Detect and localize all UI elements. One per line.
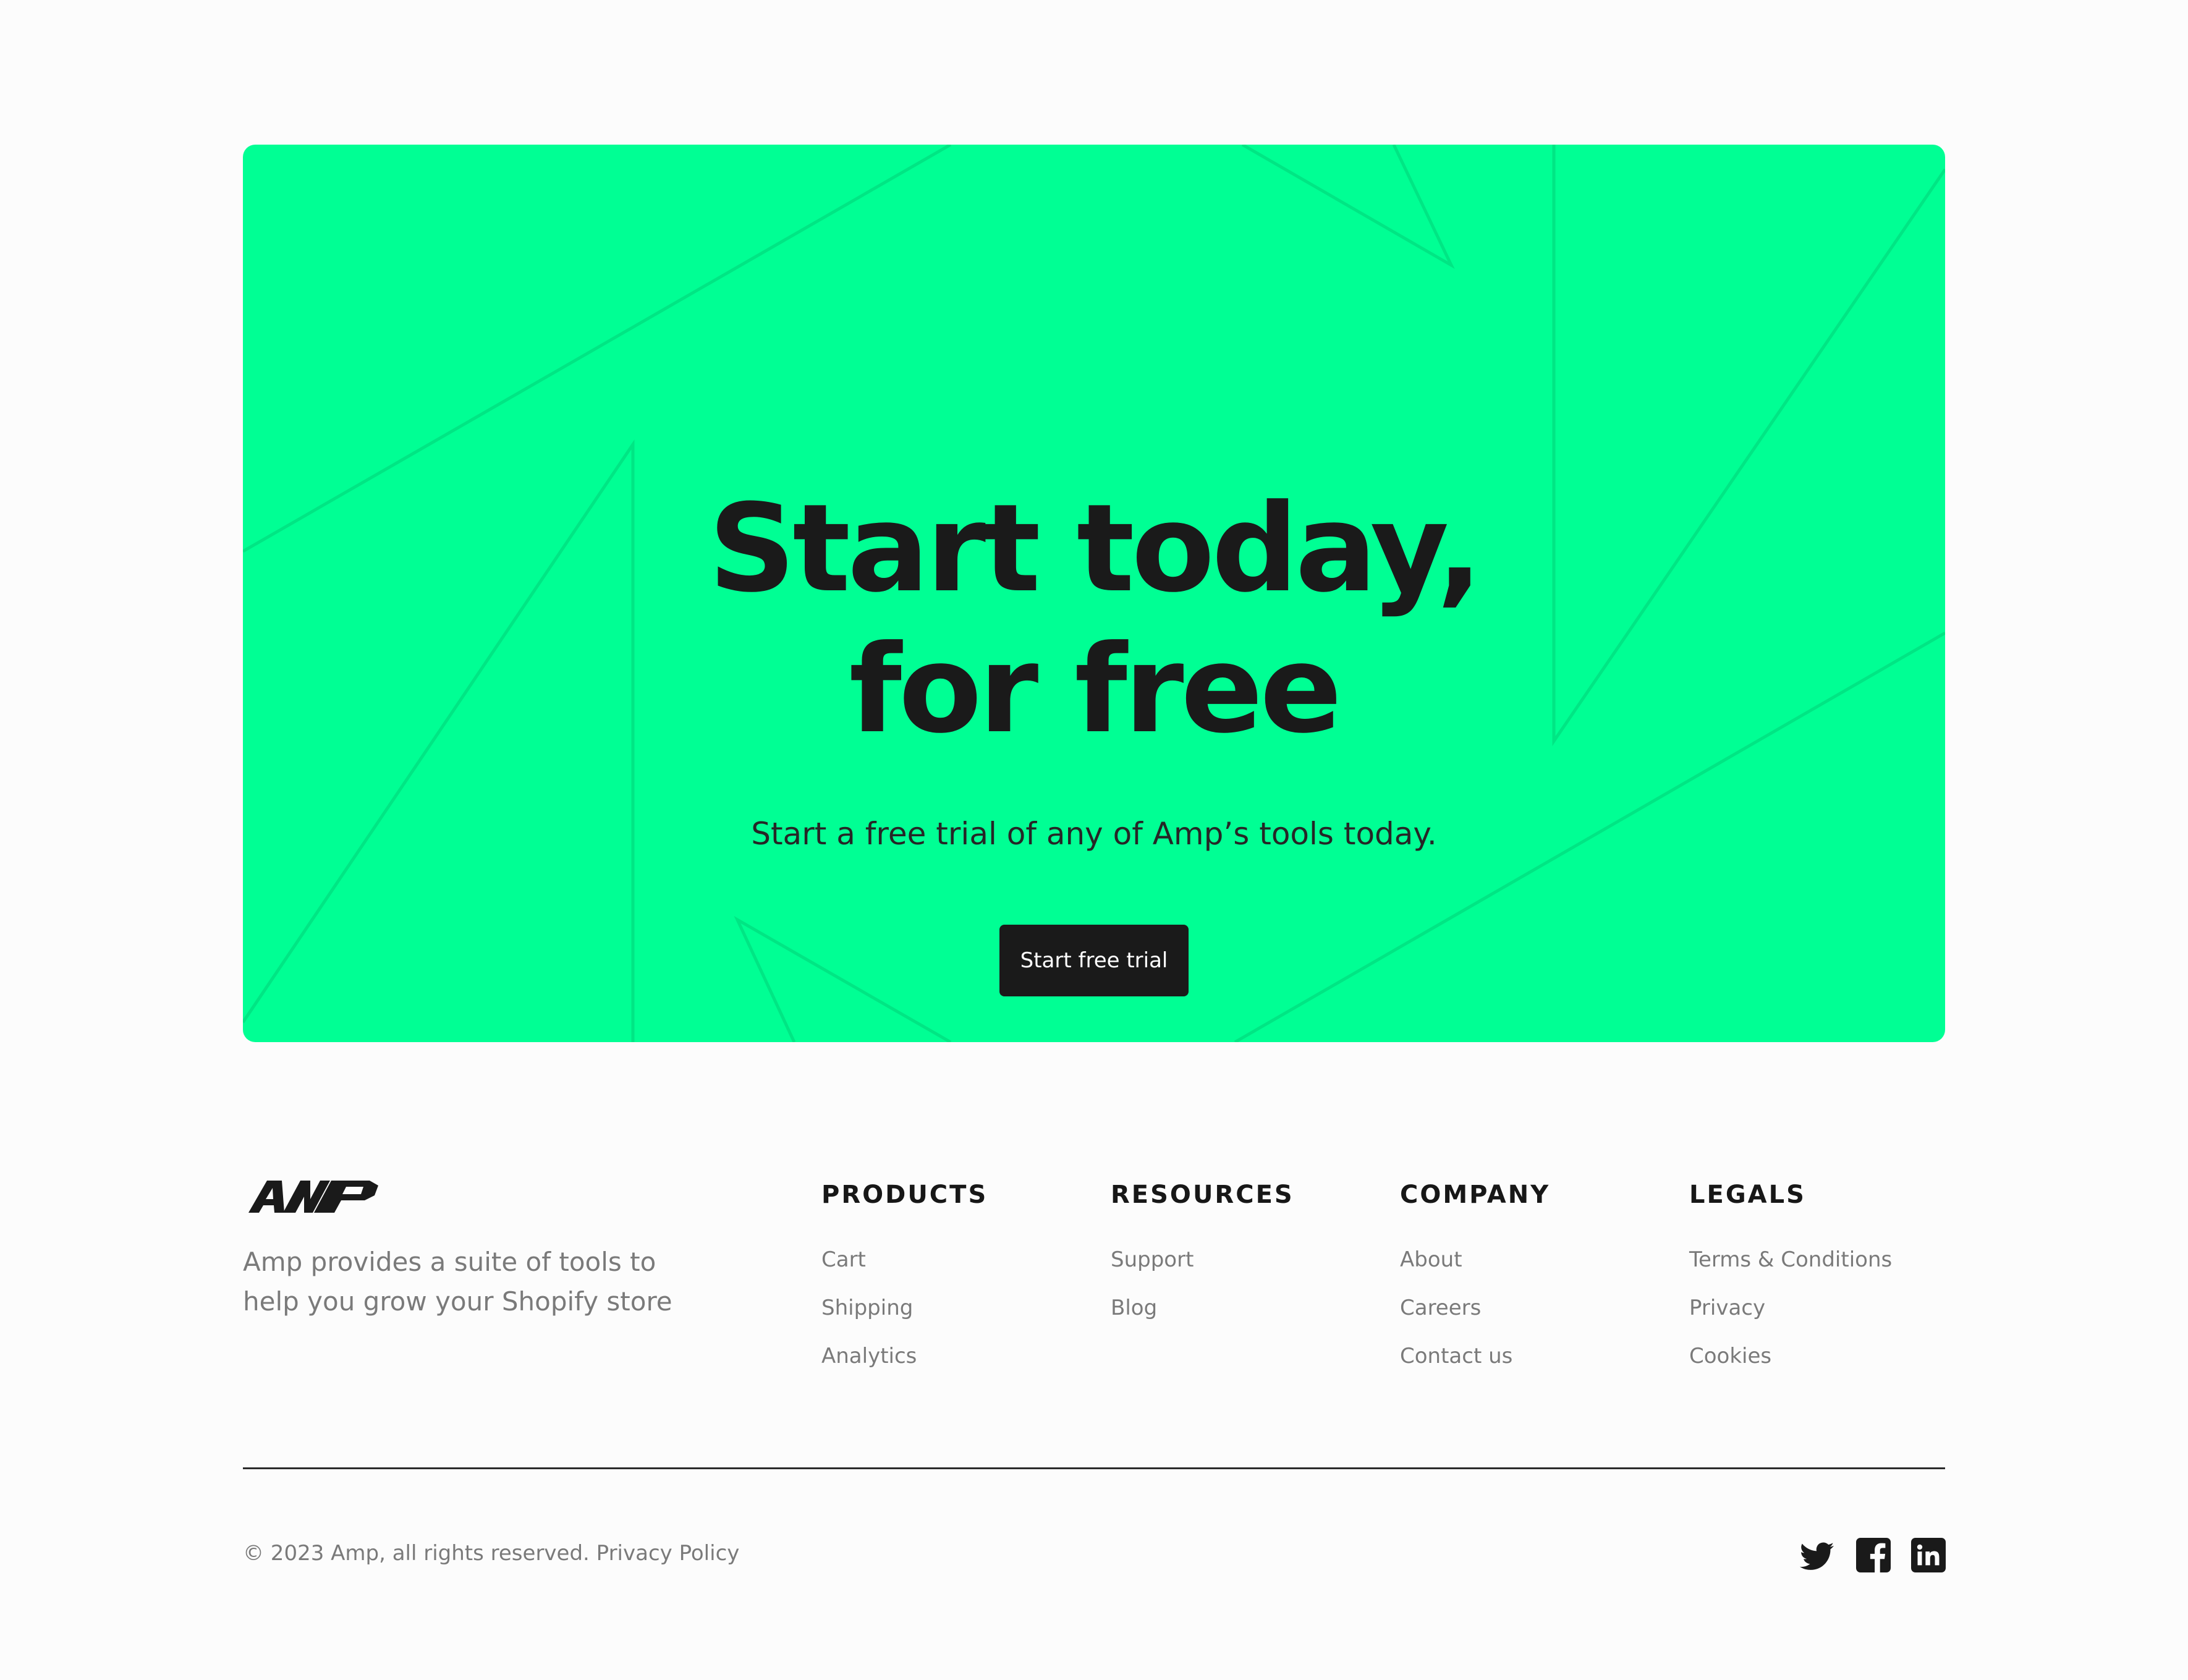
footer-link-cart[interactable]: Cart xyxy=(821,1236,988,1284)
hero-title-line-2: for free xyxy=(849,619,1342,760)
footer-links-company: About Careers Contact us xyxy=(1400,1236,1550,1380)
footer-link-careers[interactable]: Careers xyxy=(1400,1284,1550,1332)
footer-links-resources: Support Blog xyxy=(1111,1236,1294,1332)
footer-link-contact-us[interactable]: Contact us xyxy=(1400,1332,1550,1380)
footer-link-analytics[interactable]: Analytics xyxy=(821,1332,988,1380)
amp-logo[interactable] xyxy=(248,1181,378,1213)
footer-link-support[interactable]: Support xyxy=(1111,1236,1294,1284)
hero-card: Start today, for free Start a free trial… xyxy=(243,145,1945,1042)
footer-heading-legals: LEGALS xyxy=(1689,1181,1806,1209)
brand-description: Amp provides a suite of tools to help yo… xyxy=(243,1247,672,1317)
copyright-bar: © 2023 Amp, all rights reserved. Privacy… xyxy=(243,1538,739,1569)
footer-column-resources: RESOURCES Support Blog xyxy=(1111,1177,1294,1332)
footer-link-about[interactable]: About xyxy=(1400,1236,1550,1284)
footer-link-terms[interactable]: Terms & Conditions xyxy=(1689,1236,1892,1284)
footer-column-legals: LEGALS Terms & Conditions Privacy Cookie… xyxy=(1689,1177,1892,1380)
linkedin-icon[interactable] xyxy=(1911,1538,1946,1572)
footer-heading-company: COMPANY xyxy=(1400,1181,1551,1209)
hero-title-line-1: Start today, xyxy=(708,478,1483,619)
footer-divider xyxy=(243,1467,1945,1469)
footer-heading-products: PRODUCTS xyxy=(821,1181,988,1209)
footer-link-cookies[interactable]: Cookies xyxy=(1689,1332,1892,1380)
facebook-icon[interactable] xyxy=(1856,1538,1891,1572)
privacy-policy-link[interactable]: Privacy Policy xyxy=(596,1541,740,1566)
footer-link-blog[interactable]: Blog xyxy=(1111,1284,1294,1332)
footer-link-shipping[interactable]: Shipping xyxy=(821,1284,988,1332)
page: Start today, for free Start a free trial… xyxy=(0,0,2188,1680)
hero-subtitle: Start a free trial of any of Amp’s tools… xyxy=(751,816,1437,852)
footer-links-legals: Terms & Conditions Privacy Cookies xyxy=(1689,1236,1892,1380)
twitter-icon[interactable] xyxy=(1800,1539,1834,1574)
footer-column-company: COMPANY About Careers Contact us xyxy=(1400,1177,1550,1380)
hero-title: Start today, for free xyxy=(243,478,1945,760)
copyright-text: © 2023 Amp, all rights reserved. xyxy=(243,1541,590,1566)
footer-heading-resources: RESOURCES xyxy=(1111,1181,1294,1209)
footer-links-products: Cart Shipping Analytics xyxy=(821,1236,988,1380)
start-free-trial-button[interactable]: Start free trial xyxy=(999,925,1189,996)
footer-column-products: PRODUCTS Cart Shipping Analytics xyxy=(821,1177,988,1380)
footer-link-privacy[interactable]: Privacy xyxy=(1689,1284,1892,1332)
